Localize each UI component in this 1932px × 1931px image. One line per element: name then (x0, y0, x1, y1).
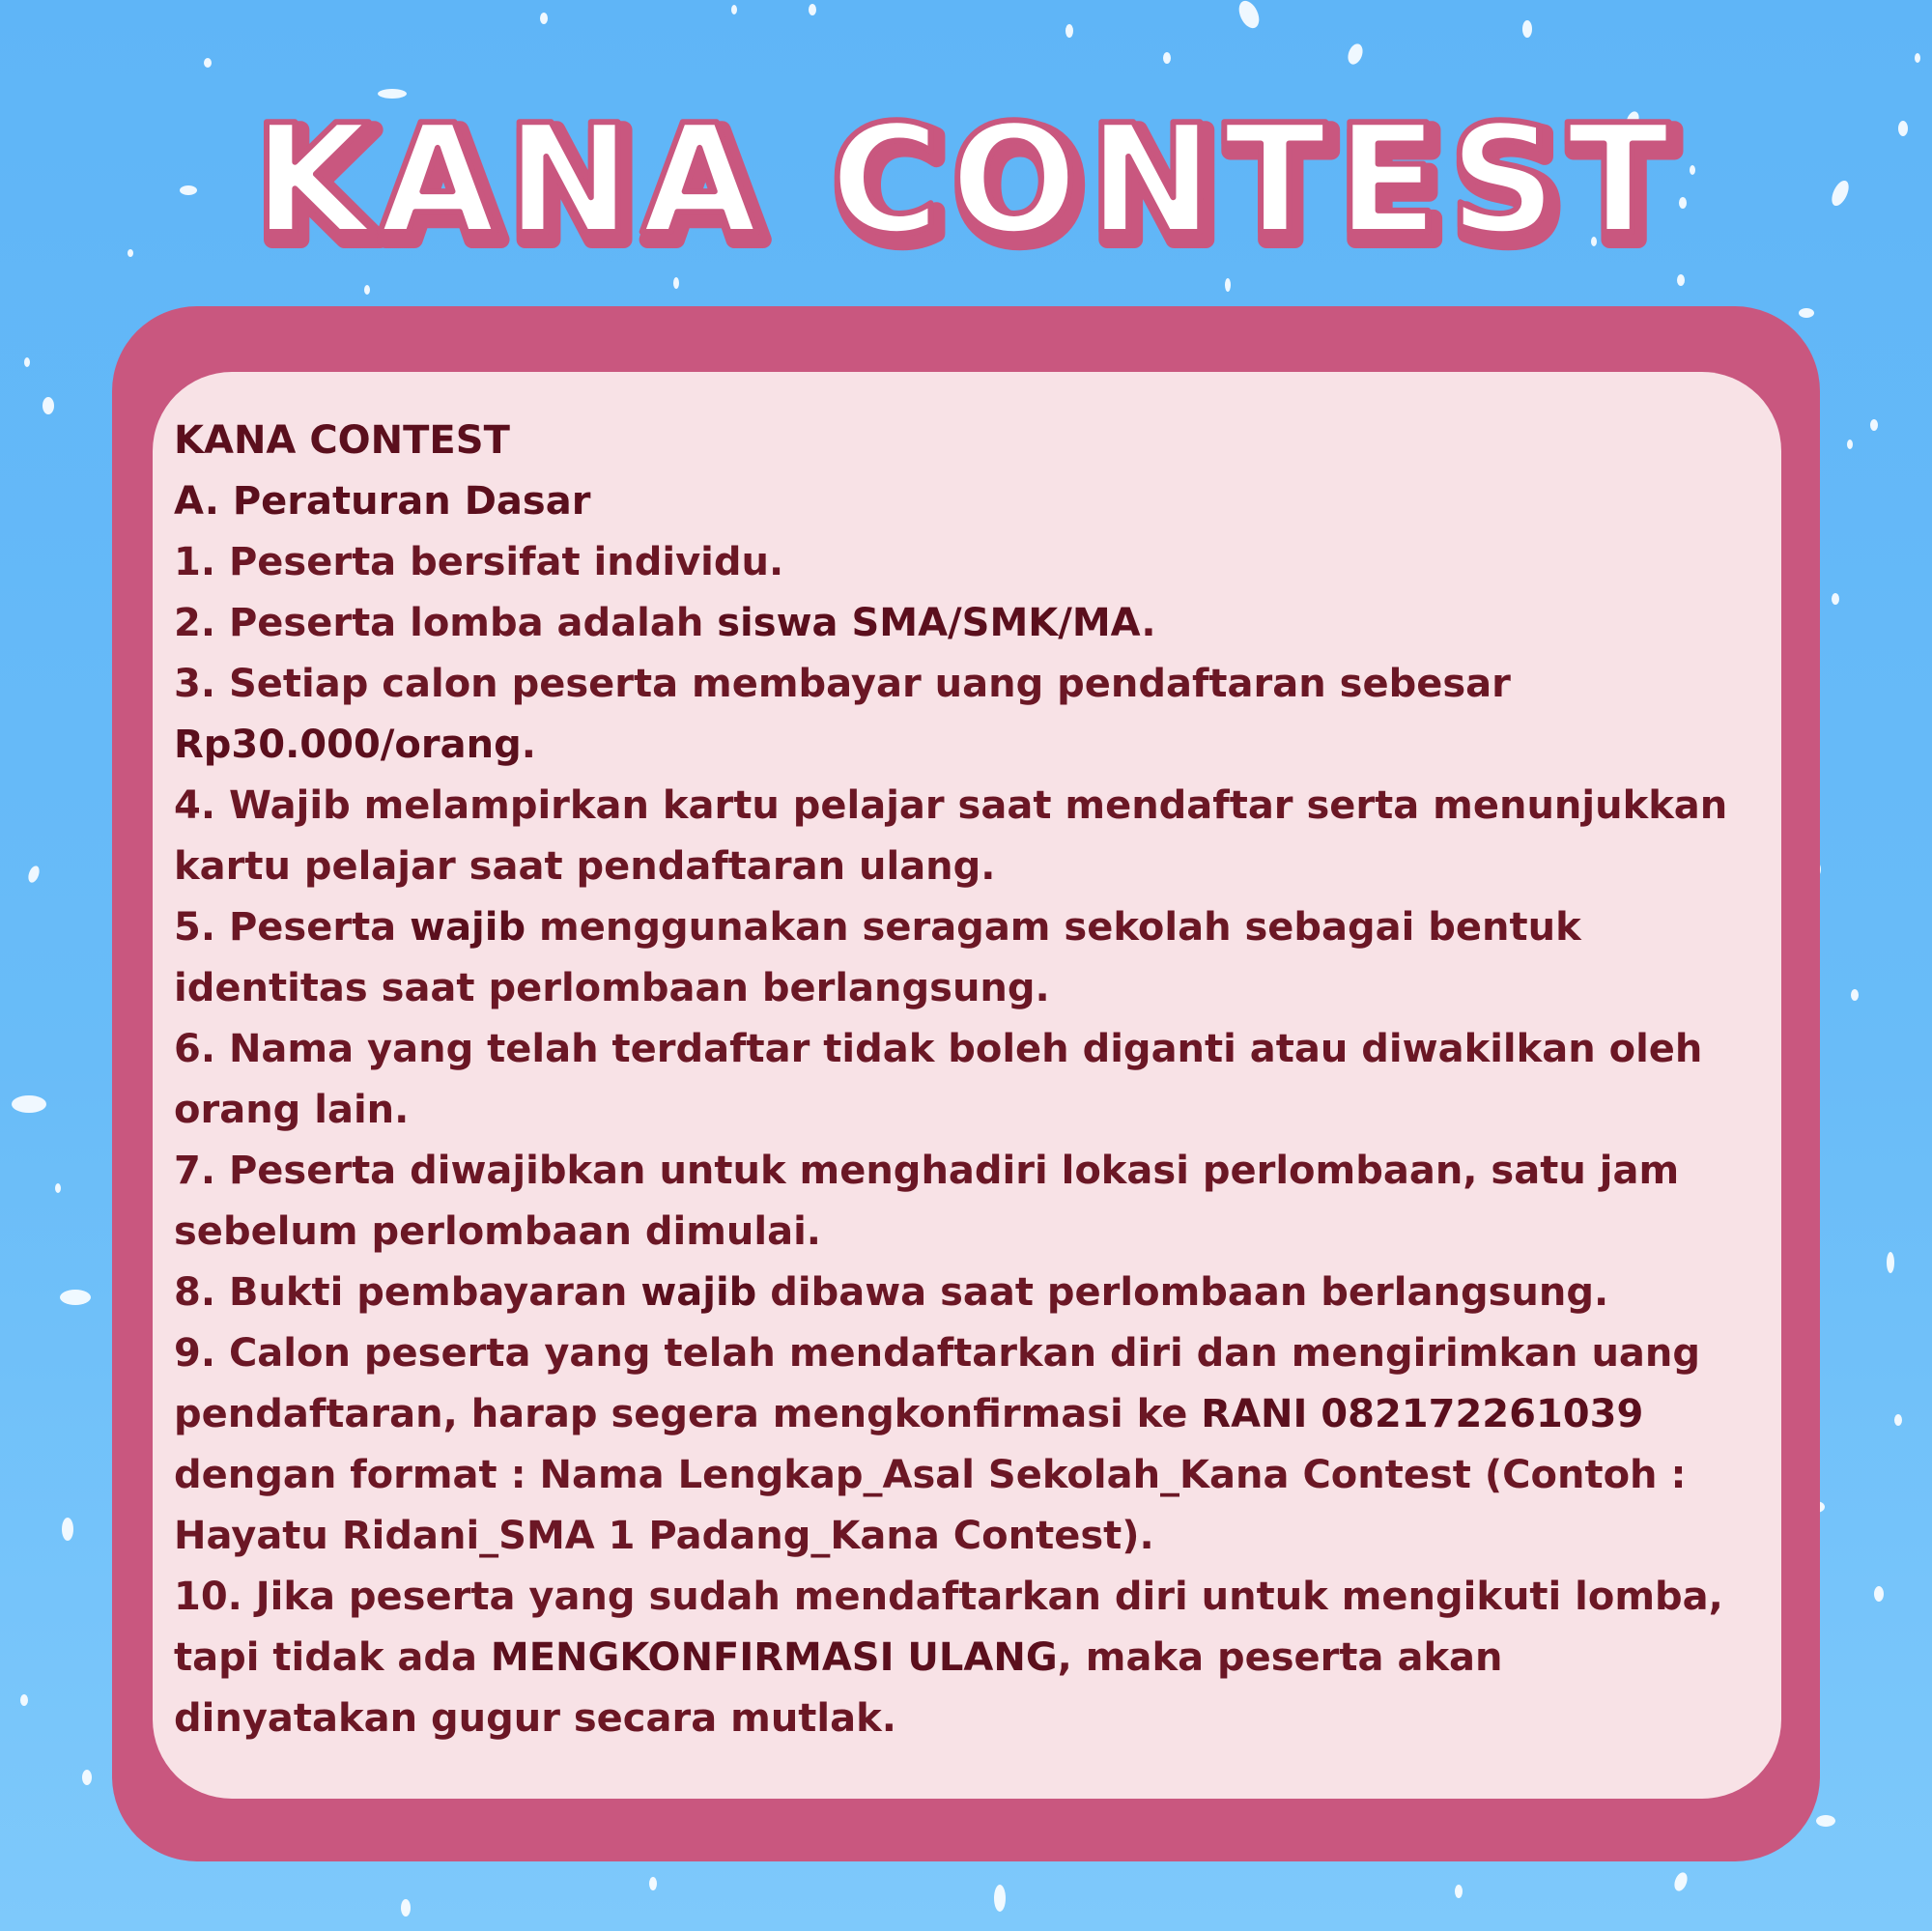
rule-3-line-1: 3. Setiap calon peserta membayar uang pe… (174, 662, 1511, 706)
rule-3-end: . (521, 723, 536, 767)
rule-9-line-2: pendaftaran, harap segera mengkonfirmasi… (174, 1384, 1754, 1445)
rule-2-text: 2. Peserta lomba adalah (174, 601, 718, 645)
rule-5-text: 5. Peserta (174, 905, 411, 950)
rule-7-line-1: 7. Peserta diwajibkan untuk menghadiri l… (174, 1149, 1680, 1193)
poster-page: { "banner_title": "KANA CONTEST", "color… (0, 0, 1932, 1931)
banner-title-text: KANA CONTEST (253, 92, 1680, 253)
rule-1: 1. Peserta bersifat individu. (174, 540, 784, 584)
rule-5-line-2: identitas saat perlombaan berlangsung. (174, 966, 1050, 1010)
rule-10-line-3: dinyatakan gugur secara mutlak. (174, 1696, 896, 1741)
rule-2-bold: siswa SMA/SMK/MA (717, 601, 1142, 645)
rule-9-contact: RANI 082172261039 (1201, 1392, 1644, 1436)
rule-9-line-1: 9. Calon peserta yang telah mendaftarkan… (174, 1331, 1701, 1376)
banner-title-graphic: KANA CONTEST KANA CONTEST (250, 89, 1685, 284)
rule-10-end: , maka peserta akan (1057, 1635, 1503, 1680)
rule-7-line-2: sebelum perlombaan dimulai. (174, 1209, 821, 1254)
rule-10-text: tapi tidak ada (174, 1635, 491, 1680)
rule-10-line-2: tapi tidak ada MENGKONFIRMASI ULANG, mak… (174, 1628, 1754, 1689)
rule-10-line-1: 10. Jika peserta yang sudah mendaftarkan… (174, 1575, 1723, 1619)
rules-card: KANA CONTEST A. Peraturan Dasar 1. Peser… (153, 372, 1781, 1799)
rule-8-bold: wajib (640, 1270, 757, 1315)
rule-4-line-1: 4. Wajib melampirkan kartu pelajar saat … (174, 783, 1728, 828)
rule-9-line-4: Hayatu Ridani_SMA 1 Padang_Kana Contest)… (174, 1514, 1154, 1558)
rule-3-bold: Rp30.000/orang (174, 723, 522, 767)
rule-8: 8. Bukti pembayaran wajib dibawa saat pe… (174, 1263, 1754, 1323)
banner-title: KANA CONTEST KANA CONTEST (0, 89, 1932, 284)
rule-5-line-1: 5. Peserta wajib menggunakan seragam sek… (174, 897, 1754, 958)
rules-heading: KANA CONTEST (174, 418, 510, 463)
rule-9-line-3: dengan format : Nama Lengkap_Asal Sekola… (174, 1453, 1687, 1497)
rule-3-line-2: Rp30.000/orang. (174, 715, 1754, 776)
rule-8-end: dibawa saat perlombaan berlangsung. (756, 1270, 1609, 1315)
rule-5-end: menggunakan seragam sekolah sebagai bent… (526, 905, 1581, 950)
rule-2-end: . (1141, 601, 1156, 645)
rule-5-bold: wajib (410, 905, 526, 950)
rule-6-line-2: orang lain. (174, 1088, 410, 1132)
rule-8-text: 8. Bukti pembayaran (174, 1270, 641, 1315)
rule-2: 2. Peserta lomba adalah siswa SMA/SMK/MA… (174, 593, 1754, 654)
rule-4-line-2: kartu pelajar saat pendaftaran ulang. (174, 844, 996, 889)
rule-10-bold: MENGKONFIRMASI ULANG (490, 1635, 1058, 1680)
rule-6-line-1: 6. Nama yang telah terdaftar tidak boleh… (174, 1027, 1703, 1071)
rule-9-text: pendaftaran, harap segera mengkonfirmasi… (174, 1392, 1202, 1436)
rules-section-title: A. Peraturan Dasar (174, 479, 591, 524)
